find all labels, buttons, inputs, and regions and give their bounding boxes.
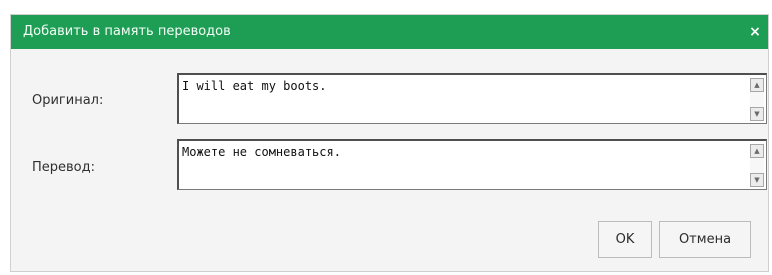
original-textarea[interactable]: I will eat my boots. ▲ ▼ [177, 73, 767, 124]
scroll-track[interactable] [750, 158, 764, 173]
add-to-translation-memory-dialog: Добавить в память переводов × Оригинал: … [10, 14, 769, 272]
ok-button[interactable]: OK [598, 221, 652, 258]
cancel-button[interactable]: Отмена [659, 221, 751, 258]
original-scrollbar[interactable]: ▲ ▼ [750, 78, 764, 121]
translation-label: Перевод: [32, 160, 96, 175]
translation-textarea[interactable]: Можете не сомневаться. ▲ ▼ [177, 139, 767, 190]
translation-textarea-text: Можете не сомневаться. [182, 145, 341, 159]
dialog-title: Добавить в память переводов [23, 24, 231, 39]
original-textarea-text: I will eat my boots. [182, 79, 327, 93]
scroll-down-icon[interactable]: ▼ [750, 173, 764, 187]
translation-scrollbar[interactable]: ▲ ▼ [750, 144, 764, 187]
original-label: Оригинал: [32, 93, 104, 108]
dialog-titlebar: Добавить в память переводов × [11, 15, 768, 49]
scroll-up-icon[interactable]: ▲ [750, 144, 764, 158]
scroll-up-icon[interactable]: ▲ [750, 78, 764, 92]
scroll-track[interactable] [750, 92, 764, 107]
scroll-down-icon[interactable]: ▼ [750, 107, 764, 121]
close-icon[interactable]: × [748, 24, 762, 40]
